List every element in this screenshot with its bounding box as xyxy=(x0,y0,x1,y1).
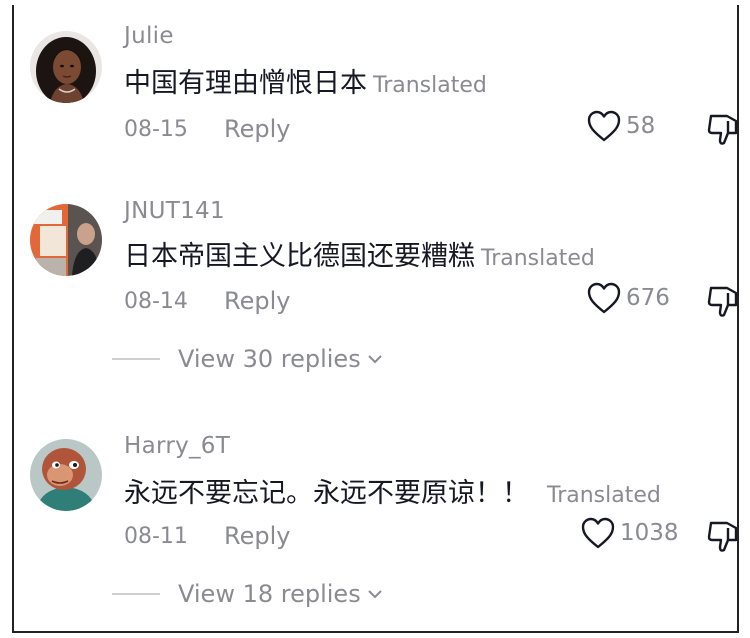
divider xyxy=(112,358,160,360)
thumbs-down-outline-icon[interactable] xyxy=(706,283,739,321)
comment-item: JNUT141 日本帝国主义比德国还要糟糕 Translated 08-14 Re… xyxy=(14,178,737,318)
like-button[interactable]: 58 xyxy=(586,109,655,143)
comment-text: 日本帝国主义比德国还要糟糕 xyxy=(124,241,475,272)
like-count: 676 xyxy=(626,285,670,311)
comment-text-line: 日本帝国主义比德国还要糟糕 Translated xyxy=(124,234,595,273)
comment-username[interactable]: Julie xyxy=(124,23,174,49)
comment-date: 08-11 xyxy=(124,524,188,549)
translated-label[interactable]: Translated xyxy=(373,73,487,98)
comment-username[interactable]: JNUT141 xyxy=(124,198,225,224)
heart-outline-icon xyxy=(587,282,621,314)
reply-button[interactable]: Reply xyxy=(224,522,290,550)
like-count: 58 xyxy=(626,113,656,139)
avatar[interactable] xyxy=(30,31,102,103)
comment-date: 08-15 xyxy=(124,117,188,142)
comments-panel: Julie 中国有理由憎恨日本 Translated 08-15 Reply 58 xyxy=(12,5,739,633)
thumbs-down-outline-icon[interactable] xyxy=(706,111,739,149)
reply-button[interactable]: Reply xyxy=(224,115,290,143)
comment-date: 08-14 xyxy=(124,289,188,314)
like-count: 1038 xyxy=(620,520,679,546)
comment-text: 永远不要忘记。永远不要原谅！！ xyxy=(124,478,529,509)
comment-item: Julie 中国有理由憎恨日本 Translated 08-15 Reply 58 xyxy=(14,5,737,145)
divider xyxy=(112,593,160,595)
comment-username[interactable]: Harry_6T xyxy=(124,433,230,459)
heart-outline-icon xyxy=(581,517,615,549)
comment-text: 中国有理由憎恨日本 xyxy=(124,68,367,99)
avatar[interactable] xyxy=(30,439,102,511)
heart-outline-icon xyxy=(587,110,621,142)
view-replies-label: View 18 replies xyxy=(178,580,361,608)
reply-button[interactable]: Reply xyxy=(224,287,290,315)
comment-text-line: 永远不要忘记。永远不要原谅！！ Translated xyxy=(124,471,661,510)
view-replies-button[interactable]: View 30 replies xyxy=(112,345,383,373)
chevron-down-icon xyxy=(367,355,382,364)
translated-label[interactable]: Translated xyxy=(547,483,661,508)
translated-label[interactable]: Translated xyxy=(481,246,595,271)
comment-item: Harry_6T 永远不要忘记。永远不要原谅！！ Translated 08-11… xyxy=(14,413,737,553)
like-button[interactable]: 676 xyxy=(586,281,670,315)
like-button[interactable]: 1038 xyxy=(580,516,679,550)
avatar[interactable] xyxy=(30,204,102,276)
comment-text-line: 中国有理由憎恨日本 Translated xyxy=(124,61,487,100)
view-replies-button[interactable]: View 18 replies xyxy=(112,580,383,608)
view-replies-label: View 30 replies xyxy=(178,345,361,373)
chevron-down-icon xyxy=(367,590,382,599)
thumbs-down-outline-icon[interactable] xyxy=(706,518,739,556)
